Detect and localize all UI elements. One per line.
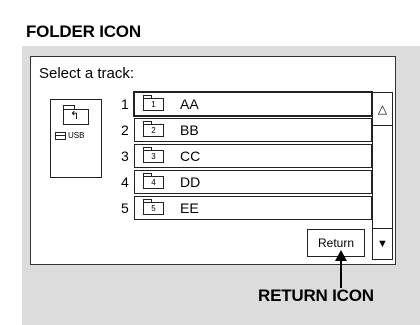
list-item[interactable]: 4 4 DD [119, 170, 372, 194]
list-item[interactable]: 5 5 EE [119, 196, 372, 220]
track-number: 2 [121, 122, 129, 138]
pointer-arrow-line [340, 258, 342, 288]
track-number: 1 [121, 96, 129, 112]
track-button-ee[interactable]: 5 EE [134, 196, 372, 220]
track-button-dd[interactable]: 4 DD [134, 170, 372, 194]
track-number: 4 [121, 174, 129, 190]
track-name: CC [180, 148, 201, 164]
usb-drive-icon [55, 131, 66, 140]
folder-icon: 3 [143, 147, 164, 163]
usb-label: USB [68, 131, 85, 140]
track-name: EE [180, 200, 199, 216]
folder-up-icon[interactable]: ↰ [63, 105, 89, 125]
track-name: BB [180, 122, 199, 138]
folder-icon: 5 [143, 199, 164, 215]
folder-icon-callout: FOLDER ICON [26, 22, 141, 41]
screen-title: Select a track: [39, 65, 135, 82]
list-item[interactable]: 3 3 CC [119, 144, 372, 168]
track-select-screen: Select a track: ↰ USB 1 1 AA 2 2 BB 3 3 … [30, 56, 396, 265]
folder-icon: 1 [143, 95, 164, 111]
track-button-cc[interactable]: 3 CC [134, 144, 372, 168]
track-number: 5 [121, 200, 129, 216]
track-button-bb[interactable]: 2 BB [134, 118, 372, 142]
track-button-aa[interactable]: 1 AA [133, 91, 373, 117]
list-item[interactable]: 2 2 BB [119, 118, 372, 142]
scroll-down-icon[interactable]: ▼ [373, 228, 392, 259]
track-name: DD [180, 174, 201, 190]
usb-source: USB [55, 131, 84, 140]
track-list: 1 1 AA 2 2 BB 3 3 CC 4 4 DD 5 5 EE [119, 91, 373, 222]
folder-icon: 4 [143, 173, 164, 189]
scrollbar[interactable]: △ ▼ [372, 92, 393, 260]
list-item[interactable]: 1 1 AA [119, 91, 373, 117]
folder-icon: 2 [143, 121, 164, 137]
track-name: AA [180, 96, 199, 112]
track-number: 3 [121, 148, 129, 164]
folder-panel: ↰ USB [50, 99, 102, 178]
scroll-up-icon[interactable]: △ [373, 93, 392, 126]
return-icon-callout: RETURN ICON [258, 286, 374, 305]
